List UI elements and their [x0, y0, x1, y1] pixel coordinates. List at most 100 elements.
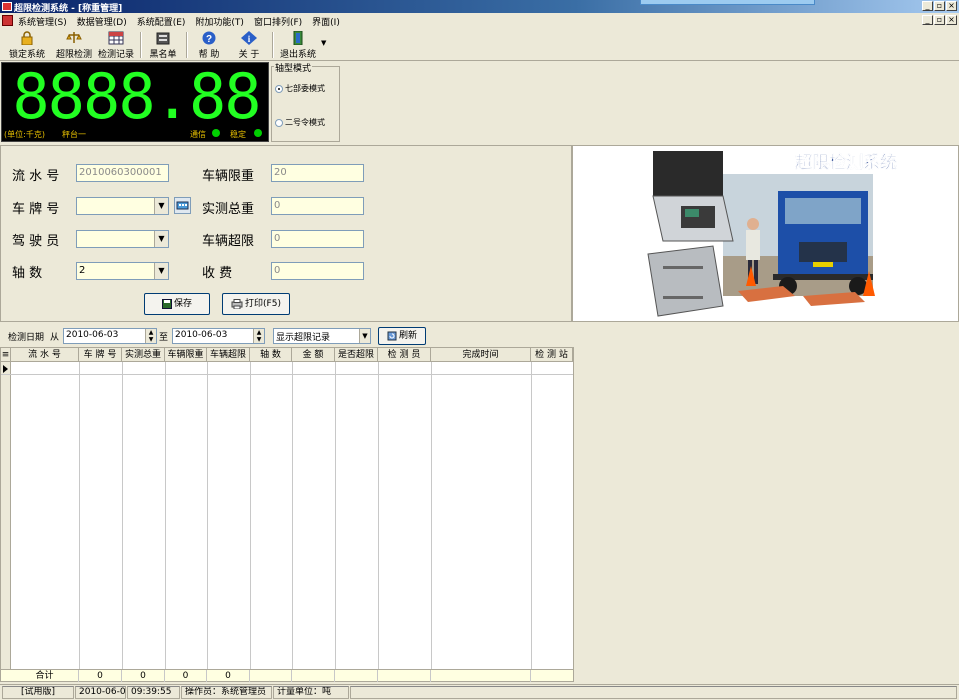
- exit-door-icon: [293, 31, 303, 45]
- banner-illustration: 超限检测系统: [573, 146, 958, 321]
- serial-field[interactable]: 2010060300001: [76, 164, 169, 182]
- table-row[interactable]: [1, 363, 573, 375]
- refresh-icon: [387, 331, 397, 340]
- save-button[interactable]: 保存: [144, 293, 210, 315]
- col-header-limit[interactable]: 车辆限重: [165, 348, 207, 362]
- actual-weight-field[interactable]: 0: [271, 197, 364, 215]
- spinner-icon[interactable]: ▲ ▼: [145, 329, 156, 343]
- menu-extras[interactable]: 附加功能(T): [195, 15, 244, 28]
- driver-label: 驾 驶 员: [12, 234, 60, 249]
- title-bar: 超限检测系统 - [称重管理] _ ▫ ×: [0, 0, 959, 14]
- grid-footer: 合计 0 0 0 0: [1, 669, 573, 682]
- col-header-inspector[interactable]: 检 测 员: [378, 348, 431, 362]
- serial-label: 流 水 号: [12, 169, 60, 184]
- footer-cell: [378, 670, 431, 682]
- mdi-controls: _ ▫ ×: [922, 15, 957, 25]
- info-icon: i: [241, 31, 257, 45]
- axles-select[interactable]: 2 ▼: [76, 262, 169, 280]
- plate-label: 车 牌 号: [12, 202, 60, 217]
- chevron-down-icon: ▼: [359, 329, 370, 343]
- help-button[interactable]: ? 帮 助: [194, 31, 224, 61]
- overload-detect-button[interactable]: 超限检测: [54, 31, 94, 61]
- minimize-button[interactable]: _: [922, 1, 933, 11]
- operator-panel: 操作员：系统管理员: [181, 686, 272, 699]
- printer-icon: [231, 298, 243, 309]
- footer-cell: [292, 670, 335, 682]
- overload-field[interactable]: 0: [271, 230, 364, 248]
- product-banner: 超限检测系统: [572, 145, 959, 322]
- menu-data[interactable]: 数据管理(D): [77, 15, 127, 28]
- plate-select[interactable]: ▼: [76, 197, 169, 215]
- comm-indicator-icon: [212, 129, 220, 137]
- blacklist-button[interactable]: 黑名单: [146, 31, 180, 61]
- actual-weight-label: 实测总重: [202, 202, 255, 217]
- to-date-picker[interactable]: 2010-06-03 ▲ ▼: [172, 328, 265, 344]
- menu-config[interactable]: 系统配置(E): [137, 15, 186, 28]
- comm-label: 通信: [190, 130, 206, 139]
- column-divider: [378, 362, 379, 670]
- document-icon[interactable]: [2, 15, 13, 26]
- mdi-close-button[interactable]: ×: [946, 15, 957, 25]
- from-label: 从: [50, 333, 60, 343]
- app-icon: [2, 2, 12, 11]
- radio-checked-icon: [275, 84, 283, 93]
- column-divider: [292, 362, 293, 670]
- close-button[interactable]: ×: [946, 1, 957, 11]
- axle-mode-legend: 轴型模式: [274, 61, 313, 74]
- chevron-down-icon: ▼: [154, 231, 168, 247]
- maximize-button[interactable]: ▫: [934, 1, 945, 11]
- lock-system-button[interactable]: 锁定系统: [6, 31, 48, 61]
- column-divider: [165, 362, 166, 670]
- scale-icon: [66, 32, 82, 43]
- records-grid[interactable]: ≡ 流 水 号 车 牌 号 实测总重 车辆限重 车辆超限 轴 数 金 额 是否超…: [0, 347, 574, 682]
- records-button[interactable]: 检测记录: [96, 31, 136, 61]
- help-icon: ?: [202, 31, 216, 45]
- date-panel: 2010-06-03: [75, 686, 126, 699]
- from-date-picker[interactable]: 2010-06-03 ▲ ▼: [63, 328, 157, 344]
- window-controls: _ ▫ ×: [922, 1, 957, 11]
- banner-title: 超限检测系统: [795, 152, 897, 173]
- print-button[interactable]: 打印(F5): [222, 293, 290, 315]
- col-header-axles[interactable]: 轴 数: [250, 348, 292, 362]
- footer-overload-total: 0: [207, 670, 250, 682]
- col-header-overload[interactable]: 车辆超限: [207, 348, 250, 362]
- limit-field[interactable]: 20: [271, 164, 364, 182]
- toolbar-separator: [140, 32, 142, 58]
- col-header-actual[interactable]: 实测总重: [122, 348, 165, 362]
- col-header-is-over[interactable]: 是否超限: [335, 348, 378, 362]
- show-filter-select[interactable]: 显示超限记录 ▼: [273, 328, 371, 344]
- column-divider: [250, 362, 251, 670]
- col-header-plate[interactable]: 车 牌 号: [79, 348, 122, 362]
- driver-select[interactable]: ▼: [76, 230, 169, 248]
- mode-order-two-radio[interactable]: 二号令模式: [275, 117, 325, 128]
- to-label: 至: [159, 333, 169, 343]
- footer-cell: [431, 670, 531, 682]
- col-header-station[interactable]: 检 测 站: [531, 348, 573, 362]
- col-header-serial[interactable]: 流 水 号: [11, 348, 79, 362]
- footer-actual-total: 0: [122, 670, 165, 682]
- filter-bar: 检测日期 从 2010-06-03 ▲ ▼ 至 2010-06-03 ▲ ▼ 显示超…: [0, 325, 959, 346]
- refresh-button[interactable]: 刷新: [378, 327, 426, 345]
- menu-system[interactable]: 系统管理(S): [18, 15, 67, 28]
- mdi-minimize-button[interactable]: _: [922, 15, 933, 25]
- weight-display: 8888.88 (单位:千克) 秤台一 通信 稳定: [1, 61, 269, 142]
- menu-window[interactable]: 窗口排列(F): [254, 15, 302, 28]
- overload-label: 车辆超限: [202, 234, 255, 249]
- stable-label: 稳定: [230, 130, 246, 139]
- keyboard-icon[interactable]: [174, 197, 191, 214]
- grid-icon: [108, 31, 124, 45]
- exit-system-button[interactable]: 退出系统: [278, 31, 318, 61]
- row-indicator-column: [1, 362, 11, 670]
- spinner-icon[interactable]: ▲ ▼: [253, 329, 264, 343]
- exit-dropdown-arrow-icon[interactable]: ▼: [321, 39, 326, 47]
- col-header-amount[interactable]: 金 额: [292, 348, 335, 362]
- mdi-restore-button[interactable]: ▫: [934, 15, 945, 25]
- footer-cell: [335, 670, 378, 682]
- chevron-down-icon: ▼: [154, 263, 168, 279]
- about-button[interactable]: i 关 于: [234, 31, 264, 61]
- mode-seven-ministries-radio[interactable]: 七部委模式: [275, 83, 325, 94]
- col-header-finish-time[interactable]: 完成时间: [431, 348, 531, 362]
- fee-field[interactable]: 0: [271, 262, 364, 280]
- scale-label: 秤台一: [62, 130, 86, 139]
- menu-ui[interactable]: 界面(I): [312, 15, 340, 28]
